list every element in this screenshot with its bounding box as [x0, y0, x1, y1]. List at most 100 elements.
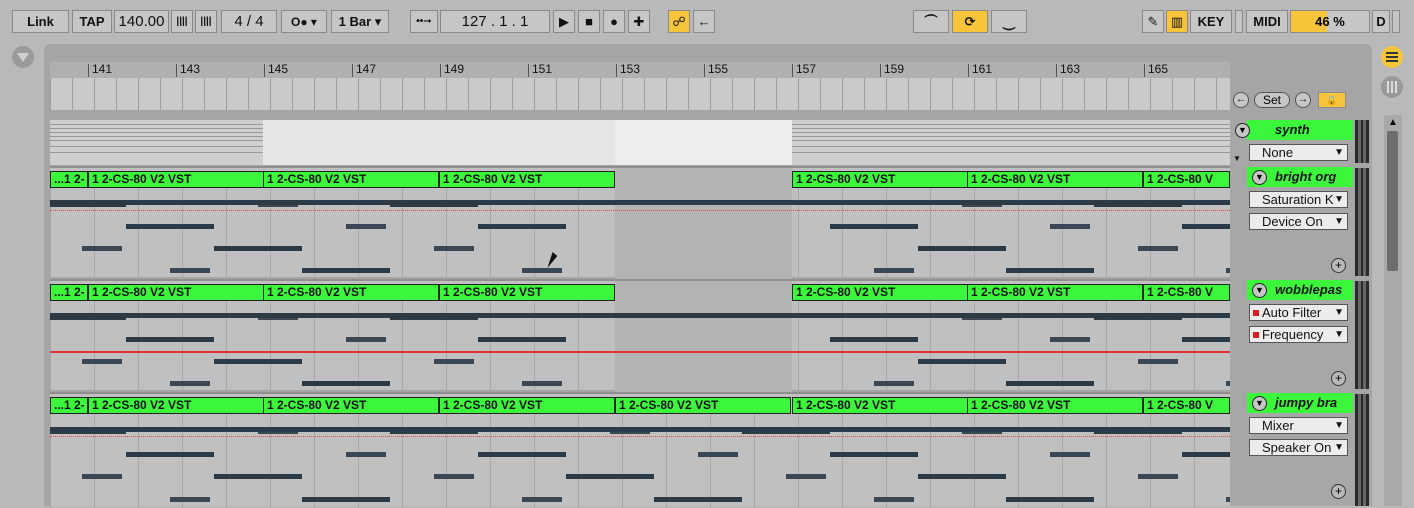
clip-header[interactable]: ...1 2- — [50, 397, 88, 414]
clip-header[interactable]: 1 2-CS-80 V2 VST — [439, 171, 615, 188]
midi-note[interactable] — [434, 474, 474, 480]
midi-note[interactable] — [82, 474, 122, 480]
midi-note[interactable] — [302, 268, 390, 273]
overdub-icon[interactable]: ✚ — [628, 10, 650, 33]
device-chooser-dropdown[interactable]: Saturation K ▼ — [1249, 191, 1348, 208]
clip-header[interactable]: 1 2-CS-80 V2 VST — [967, 397, 1143, 414]
empty-region[interactable] — [615, 168, 792, 279]
clip-view-toggle-icon[interactable] — [1381, 46, 1403, 68]
clip-header[interactable]: 1 2-CS-80 V — [1143, 397, 1230, 414]
midi-note[interactable] — [302, 496, 390, 502]
clip-header[interactable]: 1 2-CS-80 V2 VST — [439, 397, 615, 414]
midi-note[interactable] — [50, 200, 1230, 205]
midi-note[interactable] — [522, 496, 562, 502]
midi-note[interactable] — [1138, 359, 1178, 364]
time-signature-field[interactable]: 4 / 4 — [221, 10, 277, 33]
midi-note[interactable] — [82, 359, 122, 364]
midi-note[interactable] — [126, 224, 214, 229]
device-chooser-dropdown[interactable]: Mixer ▼ — [1249, 417, 1348, 434]
add-automation-lane-icon[interactable]: + — [1331, 258, 1346, 273]
clip-header[interactable]: 1 2-CS-80 V2 VST — [792, 397, 968, 414]
midi-note[interactable] — [1006, 381, 1094, 386]
clip-header[interactable]: 1 2-CS-80 V2 VST — [792, 284, 968, 301]
midi-note[interactable] — [786, 474, 826, 480]
play-icon[interactable]: ▶ — [553, 10, 575, 33]
midi-note[interactable] — [522, 381, 562, 386]
clip-header[interactable]: 1 2-CS-80 V — [1143, 284, 1230, 301]
group-fold-icon[interactable]: ▼ — [1233, 155, 1243, 163]
automation-line[interactable] — [50, 351, 1230, 353]
midi-note[interactable] — [82, 246, 122, 251]
midi-note[interactable] — [654, 496, 742, 502]
midi-note[interactable] — [874, 496, 914, 502]
tap-tempo-button[interactable]: TAP — [72, 10, 112, 33]
device-chooser-dropdown[interactable]: Frequency ▼ — [1249, 326, 1348, 343]
midi-note[interactable] — [1006, 496, 1094, 502]
empty-region[interactable] — [615, 281, 792, 392]
automation-arm-icon[interactable]: ☍ — [668, 10, 690, 33]
midi-note[interactable] — [830, 337, 918, 342]
follow-icon[interactable]: ••➞ — [410, 10, 438, 33]
stop-icon[interactable]: ■ — [578, 10, 600, 33]
midi-note[interactable] — [698, 451, 738, 457]
clip-header[interactable]: 1 2-CS-80 V2 VST — [439, 284, 615, 301]
disk-overload-button[interactable]: D — [1372, 10, 1390, 33]
midi-note[interactable] — [126, 451, 214, 457]
fold-triangle-icon[interactable]: ▼ — [1252, 396, 1267, 411]
midi-note[interactable] — [50, 313, 1230, 318]
clip-header[interactable]: ...1 2- — [50, 284, 88, 301]
midi-note[interactable] — [170, 268, 210, 273]
automation-line[interactable] — [50, 436, 1230, 437]
scroll-up-icon[interactable]: ▲ — [1388, 117, 1398, 128]
midi-note[interactable] — [214, 246, 302, 251]
midi-note[interactable] — [1050, 224, 1090, 229]
midi-note[interactable] — [830, 224, 918, 229]
midi-note[interactable] — [918, 474, 1006, 480]
automation-line[interactable] — [50, 210, 1230, 211]
midi-map-button[interactable]: MIDI — [1246, 10, 1288, 33]
previous-locator-icon[interactable]: ← — [1233, 92, 1249, 108]
midi-note[interactable] — [346, 224, 386, 229]
song-position-field[interactable]: 127 . 1 . 1 — [440, 10, 550, 33]
clip-header[interactable]: 1 2-CS-80 V2 VST — [792, 171, 968, 188]
computer-midi-keyboard-icon[interactable]: ▥ — [1166, 10, 1188, 33]
nudge-up-icon[interactable]: |||| — [195, 10, 217, 33]
midi-note[interactable] — [478, 224, 566, 229]
midi-note[interactable] — [918, 246, 1006, 251]
midi-note[interactable] — [478, 451, 566, 457]
midi-note[interactable] — [170, 381, 210, 386]
track-lane[interactable]: ...1 2- 1 2-CS-80 V2 VST 1 2-CS-80 V2 VST 1… — [50, 279, 1270, 392]
lock-envelopes-icon[interactable]: 🔒 — [1318, 92, 1346, 108]
clip-header[interactable]: 1 2-CS-80 V — [1143, 171, 1230, 188]
midi-note[interactable] — [434, 359, 474, 364]
session-view-toggle-icon[interactable] — [1381, 76, 1403, 98]
device-chooser-dropdown[interactable]: None ▼ — [1249, 144, 1348, 161]
draw-mode-icon[interactable]: ✎ — [1142, 10, 1164, 33]
midi-note[interactable] — [566, 474, 654, 480]
clip-header[interactable]: 1 2-CS-80 V2 VST — [967, 284, 1143, 301]
metronome-icon[interactable]: O● ▾ — [281, 10, 327, 33]
loop-icon[interactable]: ⟳ — [952, 10, 988, 33]
midi-note[interactable] — [874, 268, 914, 273]
clip-header[interactable]: ...1 2- — [50, 171, 88, 188]
track-name[interactable]: synth — [1247, 120, 1353, 140]
track-lane[interactable]: ...1 2- 1 2-CS-80 V2 VST 1 2-CS-80 V2 VST 1… — [50, 166, 1270, 279]
clip-header[interactable]: 1 2-CS-80 V2 VST — [263, 171, 439, 188]
punch-in-icon[interactable]: ⏜ — [913, 10, 949, 33]
midi-note[interactable] — [170, 496, 210, 502]
midi-note[interactable] — [50, 426, 1230, 432]
overview-toggle-icon[interactable] — [12, 46, 34, 68]
midi-note[interactable] — [214, 359, 302, 364]
device-chooser-dropdown[interactable]: Speaker On ▼ — [1249, 439, 1348, 456]
clip-header[interactable]: 1 2-CS-80 V2 VST — [88, 397, 264, 414]
midi-note[interactable] — [214, 474, 302, 480]
midi-note[interactable] — [1138, 246, 1178, 251]
midi-note[interactable] — [346, 451, 386, 457]
midi-note[interactable] — [874, 381, 914, 386]
quantize-dropdown[interactable]: 1 Bar ▾ — [331, 10, 389, 33]
add-automation-lane-icon[interactable]: + — [1331, 484, 1346, 499]
vertical-scrollbar[interactable]: ▲ — [1384, 115, 1402, 506]
record-icon[interactable]: ● — [603, 10, 625, 33]
fold-triangle-icon[interactable]: ▼ — [1252, 170, 1267, 185]
midi-note[interactable] — [522, 268, 562, 273]
